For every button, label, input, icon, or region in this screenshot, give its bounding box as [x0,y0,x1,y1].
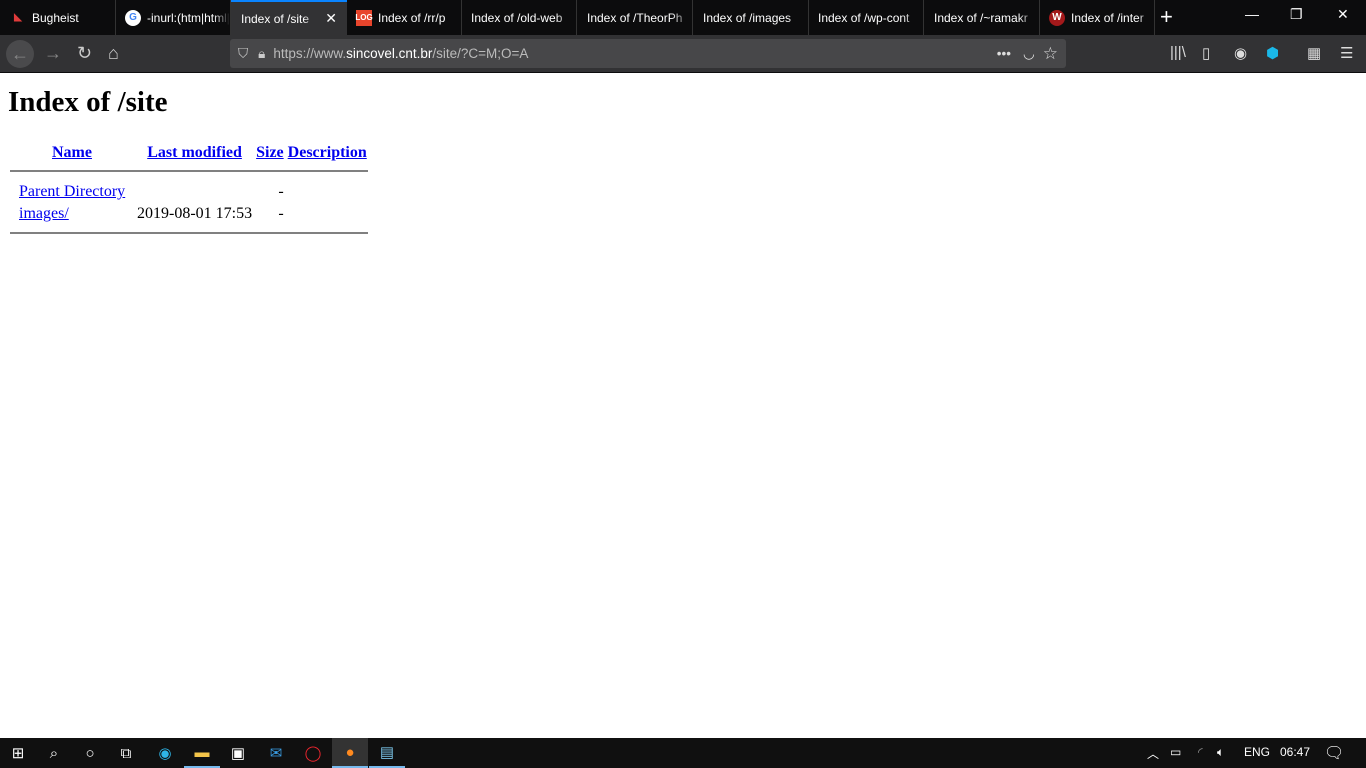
google-icon: G [125,9,141,26]
opera-icon[interactable]: ◯ [295,738,331,768]
size-cell: - [278,205,284,222]
tab-bugheist[interactable]: ◣ Bugheist [0,0,116,35]
table-row: images/ 2019-08-01 17:53 - [10,204,368,224]
task-view-icon[interactable]: ⧉ [108,738,144,768]
sort-by-description-link[interactable]: Description [288,144,367,161]
new-tab-button[interactable]: + [1160,4,1173,30]
back-button[interactable]: ← [6,40,34,68]
notepad-icon[interactable]: ▤ [369,738,405,768]
tab-index-images[interactable]: Index of /images [693,0,809,35]
language-indicator[interactable]: ENG [1244,745,1270,759]
extension-icon[interactable]: ⬢ [1266,44,1279,62]
sort-by-name-link[interactable]: Name [52,144,92,161]
store-icon[interactable]: ▣ [220,738,256,768]
address-bar[interactable]: ⛉ 🔒︎ https://www. sincovel.cnt.br/site/?C… [230,39,1066,68]
page-actions-icon[interactable]: ••• [997,46,1011,61]
page-title: Index of /site [8,86,168,118]
home-button[interactable]: ⌂ [108,43,119,63]
bookmark-star-icon[interactable]: ☆ [1043,44,1058,64]
file-explorer-icon[interactable]: ▬ [184,738,220,768]
directory-listing: Name Last modified Size Description Pare… [8,140,370,236]
description-cell [287,182,368,202]
url-path: /site/?C=M;O=A [432,46,529,61]
tab-index-inter[interactable]: W Index of /inter [1039,0,1155,35]
tab-index-rr[interactable]: LOG Index of /rr/p [346,0,462,35]
tab-index-site[interactable]: Index of /site ✕ [231,0,347,35]
library-icon[interactable]: |||\ [1170,44,1186,61]
clock[interactable]: 06:47 [1280,745,1310,759]
header-row: Name Last modified Size Description [10,142,368,164]
images-folder-link[interactable]: images/ [19,205,69,222]
taskbar: ⊞ ⌕ ○ ⧉ ◉ ▬ ▣ ✉ ◯ ● ▤ ︿ ▭ ◜ 🔈︎ ENG 06:47… [0,738,1366,768]
pocket-icon[interactable]: ◡ [1023,46,1035,62]
reload-button[interactable]: ↻ [77,43,92,63]
parent-directory-link[interactable]: Parent Directory [19,183,125,200]
tab-index-old-web[interactable]: Index of /old-web [461,0,577,35]
url-prefix: https://www. [273,46,347,61]
tab-index-wp-content[interactable]: Index of /wp-cont [808,0,924,35]
description-cell [287,204,368,224]
navigation-toolbar: ← → ↻ ⌂ ⛉ 🔒︎ https://www. sincovel.cnt.br… [0,35,1366,73]
url-domain: sincovel.cnt.br [346,46,433,61]
w-icon: W [1049,9,1065,26]
start-windows-icon[interactable]: ⊞ [0,738,36,768]
close-tab-icon[interactable]: ✕ [325,10,337,27]
tab-index-ramakr[interactable]: Index of /~ramakr [924,0,1040,35]
search-icon[interactable]: ⌕ [36,738,72,768]
battery-icon[interactable]: ▭ [1170,745,1181,759]
bugheist-icon: ◣ [14,12,22,23]
sort-by-size-link[interactable]: Size [256,144,284,161]
log-icon: LOG [355,9,373,26]
restore-button[interactable]: ❐ [1290,6,1303,23]
divider [10,170,368,172]
menu-icon[interactable]: ☰ [1340,44,1353,62]
action-center-icon[interactable]: 🗨︎ [1324,743,1344,763]
minimize-button[interactable]: — [1245,6,1259,22]
forward-button[interactable]: → [44,43,62,63]
wifi-icon[interactable]: ◜ [1198,745,1203,759]
cortana-icon[interactable]: ○ [72,738,108,768]
firefox-icon[interactable]: ● [332,738,368,768]
sort-by-modified-link[interactable]: Last modified [147,144,242,161]
close-window-button[interactable]: ✕ [1337,6,1349,23]
size-cell: - [278,183,284,200]
tab-bar: ◣Bugheist G-inurl:(htm|html|php|pls|txt)… [0,0,1366,35]
tab-google[interactable]: G-inurl:(htm|html|php|pls|txt) [115,0,231,35]
divider [10,232,368,234]
mail-icon[interactable]: ✉ [258,738,294,768]
volume-icon[interactable]: 🔈︎ [1217,745,1224,760]
sidebar-icon[interactable]: ▯ [1202,44,1210,62]
whats-new-gift-icon[interactable]: ▦ [1307,44,1321,62]
tab-index-theorph[interactable]: Index of /TheorPh [577,0,693,35]
show-hidden-icons-icon[interactable]: ︿ [1147,745,1159,762]
account-icon[interactable]: ◉ [1234,44,1247,62]
edge-icon[interactable]: ◉ [147,738,183,768]
lock-icon[interactable]: 🔒︎ [258,46,265,62]
modified-cell: 2019-08-01 17:53 [137,205,253,222]
shield-icon[interactable]: ⛉ [238,46,248,62]
modified-cell [136,182,253,202]
table-row: Parent Directory - [10,182,368,202]
